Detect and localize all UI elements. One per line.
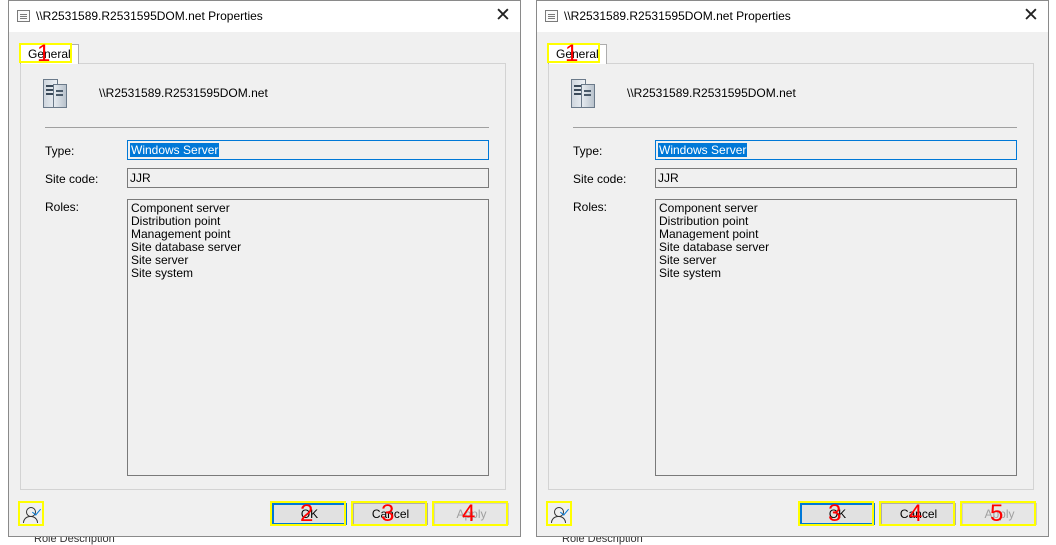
role-item: Site system: [131, 266, 194, 280]
server-name: \\R2531589.R2531595DOM.net: [627, 86, 796, 100]
site-code-field[interactable]: JJR: [655, 168, 1017, 188]
site-code-value: JJR: [130, 171, 151, 185]
type-label: Type:: [45, 144, 75, 158]
ok-button[interactable]: OK: [272, 503, 347, 525]
properties-icon: [17, 10, 30, 22]
roles-list[interactable]: Component server Distribution point Mana…: [655, 199, 1017, 476]
type-value: Windows Server: [130, 143, 220, 157]
divider: [573, 127, 1017, 128]
type-field[interactable]: Windows Server: [127, 140, 489, 160]
server-icon: [569, 79, 599, 109]
user-icon-body: [551, 516, 566, 523]
background-text: Role Description: [558, 537, 758, 545]
server-name: \\R2531589.R2531595DOM.net: [99, 86, 268, 100]
apply-button[interactable]: Apply: [434, 503, 509, 525]
apply-button[interactable]: Apply: [962, 503, 1037, 525]
tab-general[interactable]: General: [548, 44, 607, 64]
roles-label: Roles:: [573, 200, 608, 214]
window-title: \\R2531589.R2531595DOM.net Properties: [564, 9, 791, 23]
general-panel: \\R2531589.R2531595DOM.net Type: Windows…: [20, 63, 506, 490]
general-panel: \\R2531589.R2531595DOM.net Type: Windows…: [548, 63, 1034, 490]
roles-list[interactable]: Component server Distribution point Mana…: [127, 199, 489, 476]
type-label: Type:: [573, 144, 603, 158]
close-button[interactable]: ✕: [1014, 1, 1048, 32]
roles-label: Roles:: [45, 200, 80, 214]
type-field[interactable]: Windows Server: [655, 140, 1017, 160]
role-description-header: Role Description: [34, 537, 115, 545]
help-button[interactable]: [548, 504, 570, 526]
site-code-label: Site code:: [573, 172, 627, 186]
role-item: Site system: [659, 266, 722, 280]
cancel-button[interactable]: Cancel: [881, 503, 956, 525]
help-button[interactable]: [20, 504, 42, 526]
site-code-value: JJR: [658, 171, 679, 185]
title-bar[interactable]: \\R2531589.R2531595DOM.net Properties ✕: [537, 1, 1048, 32]
properties-dialog-right: \\R2531589.R2531595DOM.net Properties ✕ …: [536, 0, 1049, 537]
window-title: \\R2531589.R2531595DOM.net Properties: [36, 9, 263, 23]
site-code-field[interactable]: JJR: [127, 168, 489, 188]
type-value: Windows Server: [658, 143, 748, 157]
divider: [45, 127, 489, 128]
user-icon-body: [23, 516, 38, 523]
cancel-button[interactable]: Cancel: [353, 503, 428, 525]
close-button[interactable]: ✕: [486, 1, 520, 32]
background-text: Role Description: [30, 537, 230, 545]
properties-icon: [545, 10, 558, 22]
server-icon: [41, 79, 71, 109]
properties-dialog-left: \\R2531589.R2531595DOM.net Properties ✕ …: [8, 0, 521, 537]
tab-general[interactable]: General: [20, 44, 79, 64]
ok-button[interactable]: OK: [800, 503, 875, 525]
role-description-header: Role Description: [562, 537, 643, 545]
site-code-label: Site code:: [45, 172, 99, 186]
title-bar[interactable]: \\R2531589.R2531595DOM.net Properties ✕: [9, 1, 520, 32]
